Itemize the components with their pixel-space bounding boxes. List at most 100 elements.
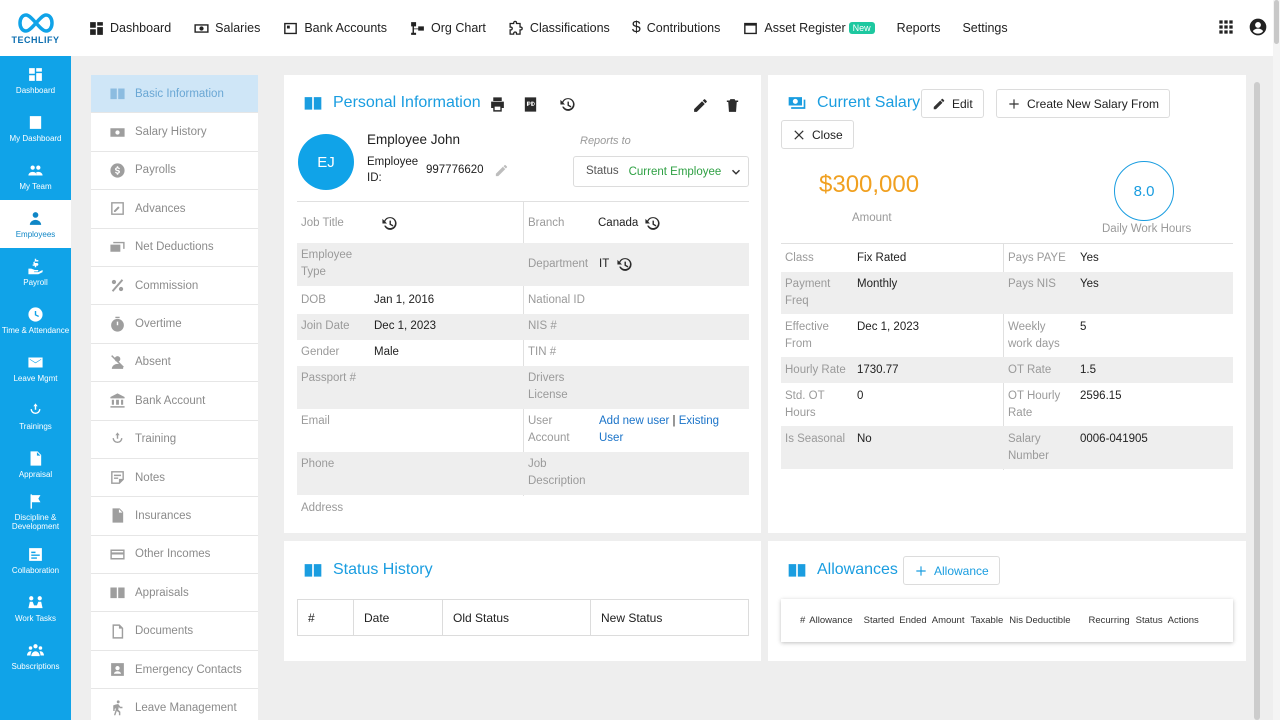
infinity-logo-icon (17, 12, 54, 33)
nav-salaries[interactable]: Salaries (193, 20, 260, 37)
status-select-label: Status (586, 165, 619, 177)
nav-reports[interactable]: Reports (897, 21, 941, 35)
subnav-advances[interactable]: Advances (91, 190, 258, 229)
nav-dashboard-label: Dashboard (110, 21, 172, 35)
training-icon (112, 432, 123, 443)
subnav-commission[interactable]: Commission (91, 267, 258, 306)
row-join-date: Join Date Dec 1, 2023 NIS # (297, 314, 749, 340)
delete-button[interactable] (724, 97, 741, 117)
current-salary-header: Current Salary (787, 93, 920, 113)
inner-scrollbar[interactable] (1254, 82, 1260, 720)
existing-user-link-line1[interactable]: Existing (679, 415, 719, 427)
sidebar-item-trainings[interactable]: Trainings (0, 392, 71, 440)
subnav-other-incomes[interactable]: Other Incomes (91, 536, 258, 575)
salary-row-value: Monthly (857, 278, 898, 290)
edit-salary-button[interactable]: Edit (921, 89, 984, 118)
add-allowance-button[interactable]: Allowance (903, 556, 1000, 585)
employee-id-label: Employee ID: (367, 154, 418, 186)
nav-settings[interactable]: Settings (962, 21, 1007, 35)
job-description-label-line2: Description (528, 475, 586, 487)
subnav-net-deductions[interactable]: Net Deductions (91, 229, 258, 267)
sidebar-item-collaboration[interactable]: Collaboration (0, 536, 71, 584)
subnav-leave-management[interactable]: Leave Management (91, 689, 258, 720)
subnav-salary-history[interactable]: Salary History (91, 113, 258, 152)
job-description-label: Job Description (528, 456, 586, 490)
edit-button[interactable] (692, 97, 709, 117)
status-select[interactable]: Status Current Employee (573, 156, 749, 187)
salary-row-label: Class (785, 252, 814, 264)
job-description-label-line1: Job (528, 458, 547, 470)
sidebar-item-appraisal[interactable]: Appraisal (0, 440, 71, 488)
book-icon (110, 587, 125, 599)
user-account-label-line1: User (528, 415, 553, 427)
close-icon (794, 129, 804, 140)
subnav-label: Insurances (135, 509, 192, 522)
sidebar-item-my-team[interactable]: My Team (0, 152, 71, 200)
history-icon[interactable] (381, 215, 398, 232)
column-header: Started (863, 615, 895, 626)
pdf-button[interactable] (522, 96, 539, 116)
column-header: New Status (601, 610, 663, 625)
subnav-documents[interactable]: Documents (91, 612, 258, 651)
subnav-insurances[interactable]: Insurances (91, 497, 258, 536)
salary-row-value: 1.5 (1080, 364, 1096, 376)
daily-hours-circle: 8.0 (1114, 161, 1174, 221)
add-new-user-link[interactable]: Add new user (599, 415, 669, 427)
sidebar-item-subscriptions[interactable]: Subscriptions (0, 632, 71, 680)
subnav-overtime[interactable]: Overtime (91, 305, 258, 344)
employee-id-label-line2: ID: (367, 172, 382, 184)
status-history-table-header: # Date Old Status New Status (297, 599, 749, 636)
portrait-icon (29, 115, 42, 129)
join-date-value: Dec 1, 2023 (374, 320, 437, 332)
subnav-bank-account[interactable]: Bank Account (91, 382, 258, 421)
salary-row-label: OT Rate (1008, 364, 1052, 376)
salary-row: Hourly Rate 1730.77 OT Rate 1.5 (781, 357, 1233, 383)
user-account-label: User Account (528, 413, 570, 447)
subnav-basic-information[interactable]: Basic Information (91, 75, 258, 114)
account-circle-icon[interactable] (1248, 17, 1268, 37)
salary-row-value: 1730.77 (857, 364, 899, 376)
subnav-absent[interactable]: Absent (91, 344, 258, 383)
money-icon (110, 127, 125, 137)
salary-row-value: 2596.15 (1080, 390, 1122, 402)
techlify-logo[interactable]: TECHLIFY (0, 0, 71, 56)
subnav-emergency-contacts[interactable]: Emergency Contacts (91, 651, 258, 690)
page-scrollbar-track[interactable] (1273, 0, 1280, 720)
pencil-icon (694, 99, 707, 112)
row-email: Email User Account Add new user | Existi… (297, 409, 749, 452)
row-dob: DOB Jan 1, 2016 National ID (297, 288, 749, 314)
nav-contributions[interactable]: $ Contributions (632, 19, 721, 37)
sidebar-item-leave-mgmt[interactable]: Leave Mgmt (0, 344, 71, 392)
personal-information-card: Personal Information EJ Employee John Em… (284, 75, 761, 533)
nav-bank-accounts[interactable]: Bank Accounts (282, 20, 387, 37)
nav-dashboard[interactable]: Dashboard (88, 20, 171, 37)
close-salary-button[interactable]: Close (781, 120, 854, 149)
history-icon[interactable] (616, 256, 633, 273)
print-button[interactable] (489, 96, 506, 116)
existing-user-link-line2[interactable]: User (599, 432, 623, 444)
page-scrollbar-thumb[interactable] (1274, 0, 1279, 44)
sidebar-item-discipline[interactable]: Discipline & Development (0, 488, 71, 536)
create-new-salary-button[interactable]: Create New Salary From (996, 89, 1171, 118)
nav-salaries-label: Salaries (215, 21, 261, 35)
sidebar-item-dashboard[interactable]: Dashboard (0, 56, 71, 104)
dob-value: Jan 1, 2016 (374, 294, 435, 306)
sidebar-item-employees[interactable]: Employees (0, 200, 71, 248)
subnav-notes[interactable]: Notes (91, 459, 258, 498)
sidebar-item-my-dashboard[interactable]: My Dashboard (0, 104, 71, 152)
sidebar-item-payroll[interactable]: Payroll (0, 248, 71, 296)
contact-card-icon (111, 663, 124, 676)
nav-org-chart[interactable]: Org Chart (409, 20, 486, 37)
employee-id-label-line1: Employee (367, 156, 419, 168)
sidebar-item-work-tasks[interactable]: Work Tasks (0, 584, 71, 632)
nav-asset-register[interactable]: Asset Register New (742, 20, 875, 37)
subnav-payrolls[interactable]: Payrolls (91, 152, 258, 191)
history-button[interactable] (559, 96, 576, 116)
history-icon[interactable] (644, 215, 661, 232)
apps-grid-icon[interactable] (1216, 17, 1236, 37)
subnav-training[interactable]: Training (91, 421, 258, 459)
subnav-appraisals[interactable]: Appraisals (91, 574, 258, 613)
nav-classifications[interactable]: Classifications (508, 20, 610, 37)
sidebar-item-time-attendance[interactable]: Time & Attendance (0, 296, 71, 344)
edit-id-button[interactable] (494, 163, 509, 181)
